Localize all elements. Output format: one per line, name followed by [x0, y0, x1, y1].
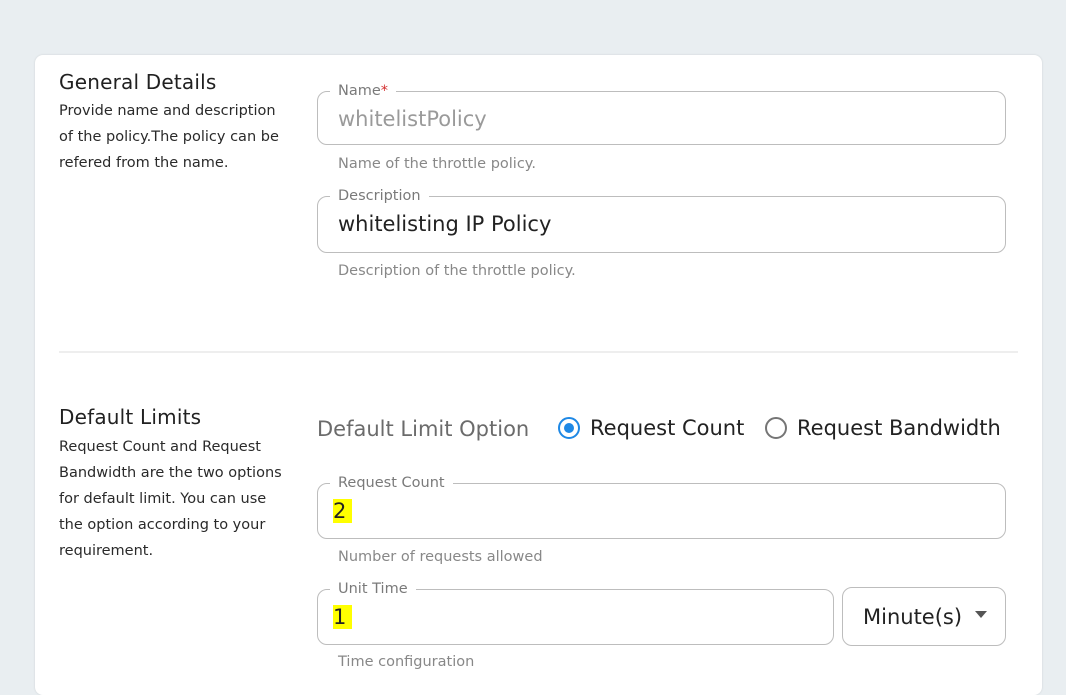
section-divider	[59, 351, 1018, 353]
required-mark: *	[380, 83, 389, 99]
name-field-value[interactable]: whitelistPolicy	[338, 105, 487, 133]
highlighted-value: 1	[333, 605, 353, 629]
chevron-down-icon[interactable]	[975, 611, 987, 618]
default-limits-title: Default Limits	[59, 405, 202, 429]
radio-request-count[interactable]: Request Count	[558, 416, 744, 440]
request-count-field-label: Request Count	[330, 473, 453, 493]
description-field-value[interactable]: whitelisting IP Policy	[338, 210, 551, 238]
policy-form-card: General Details Provide name and descrip…	[35, 55, 1042, 695]
radio-request-bandwidth-label: Request Bandwidth	[797, 416, 1001, 440]
unit-time-field-helper: Time configuration	[338, 654, 475, 670]
unit-time-field[interactable]: Unit Time 1	[317, 579, 834, 645]
time-unit-select[interactable]: Minute(s)	[842, 587, 1006, 646]
description-field[interactable]: Description whitelisting IP Policy	[317, 186, 1006, 253]
highlighted-value: 2	[333, 499, 353, 523]
description-field-label: Description	[330, 186, 429, 206]
name-field-helper: Name of the throttle policy.	[338, 156, 536, 172]
unit-time-field-value[interactable]: 1	[333, 603, 353, 631]
time-unit-select-value: Minute(s)	[863, 605, 963, 629]
name-field-label: Name*	[330, 81, 397, 101]
radio-request-count-label: Request Count	[590, 416, 745, 440]
request-count-field[interactable]: Request Count 2	[317, 473, 1006, 539]
default-limits-description: Request Count and Request Bandwidth are …	[59, 439, 282, 559]
radio-unselected-icon[interactable]	[765, 417, 787, 439]
general-details-title: General Details	[59, 70, 217, 94]
general-details-description: Provide name and description of the poli…	[59, 103, 279, 171]
name-field[interactable]: Name* whitelistPolicy	[317, 81, 1006, 145]
request-count-field-value[interactable]: 2	[333, 497, 353, 525]
default-limit-option-label: Default Limit Option	[317, 417, 530, 441]
request-count-field-helper: Number of requests allowed	[338, 549, 543, 565]
radio-request-bandwidth[interactable]: Request Bandwidth	[765, 416, 1001, 440]
radio-selected-icon[interactable]	[558, 417, 580, 439]
description-field-helper: Description of the throttle policy.	[338, 263, 576, 279]
unit-time-field-label: Unit Time	[330, 579, 416, 599]
